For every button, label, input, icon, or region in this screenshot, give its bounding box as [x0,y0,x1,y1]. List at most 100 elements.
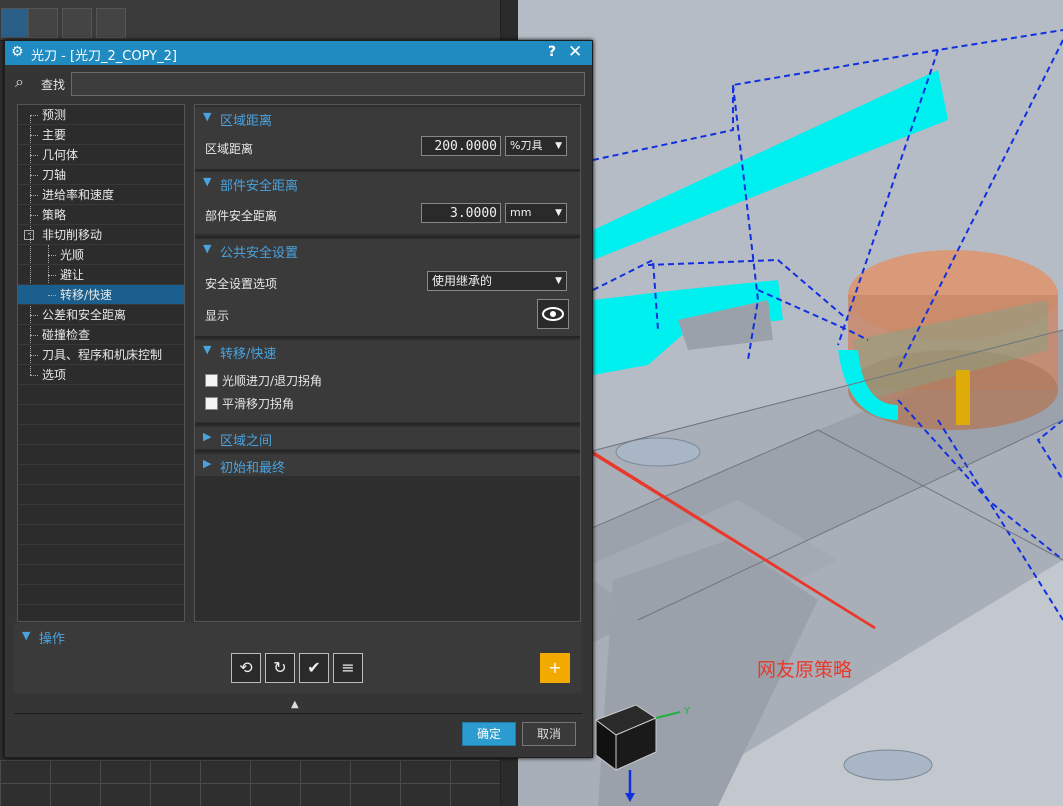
list-icon: ≡ [341,658,355,677]
tree-item-label: 策略 [42,208,67,222]
navigation-tree: 预测 主要 几何体 刀轴 进给率和速度 策略 - 非切削移动 光顺 避让 转移/快… [17,104,185,622]
tree-item-label: 碰撞检查 [42,328,91,342]
collapsed-triangle-icon: ▶ [203,457,212,470]
section-title: 转移/快速 [220,347,277,362]
gear-icon: ⚙ [11,44,24,60]
divider [195,169,580,171]
tree-empty-row [18,525,184,545]
tree-item-label: 转移/快速 [60,288,113,302]
smooth-lead-corners-checkbox[interactable] [205,374,218,387]
divider [195,450,580,452]
section-transfer-body: 光顺进刀/退刀拐角 平滑移刀拐角 [195,362,580,422]
section-title: 部件安全距离 [220,179,299,194]
section-transfer-header[interactable]: ▼ 转移/快速 [195,340,580,362]
safety-option-select[interactable]: 使用继承的 ▼ [427,271,567,291]
divider [195,336,580,338]
tree-item-machine-control[interactable]: 刀具、程序和机床控制 [18,345,184,365]
part-safety-unit-select[interactable]: mm ▼ [505,203,567,223]
add-operation-button[interactable]: + [540,653,570,683]
dialog-title: 光刀 - [光刀_2_COPY_2] [31,49,177,64]
section-title: 区域之间 [220,434,273,449]
section-zone-distance-header[interactable]: ▼ 区域距离 [195,107,580,129]
part-safety-input[interactable]: 3.0000 [421,203,501,223]
zone-distance-unit-select[interactable]: %刀具 ▼ [505,136,567,156]
tree-item-feeds-speeds[interactable]: 进给率和速度 [18,185,184,205]
regenerate-icon: ↻ [273,658,287,677]
ok-button[interactable]: 确定 [462,722,516,746]
smooth-transfer-corners-label: 平滑移刀拐角 [222,397,295,411]
divider [195,423,580,425]
tree-item-label: 公差和安全距离 [42,308,127,322]
tree-item-collision[interactable]: 碰撞检查 [18,325,184,345]
tree-item-non-cutting[interactable]: - 非切削移动 [18,225,184,245]
tree-item-smooth[interactable]: 光顺 [18,245,184,265]
tree-item-avoid[interactable]: 避让 [18,265,184,285]
tree-empty-row [18,445,184,465]
collapse-icon[interactable]: - [24,230,34,240]
section-title: 初始和最终 [220,461,286,476]
section-title: 公共安全设置 [220,246,299,261]
tree-item-predict[interactable]: 预测 [18,105,184,125]
expand-triangle-icon: ▼ [203,175,212,188]
generate-icon: ⟲ [239,658,253,677]
unit-value: %刀具 [510,139,543,152]
add-icon: + [548,658,562,677]
tree-item-label: 光顺 [60,248,85,262]
tree-item-geometry[interactable]: 几何体 [18,145,184,165]
list-button[interactable]: ≡ [333,653,363,683]
tree-item-transfer[interactable]: 转移/快速 [18,285,184,305]
tree-empty-row [18,565,184,585]
dropdown-arrow-icon: ▼ [555,141,562,151]
zone-distance-label: 区域距离 [205,142,254,156]
generate-toolpath-button[interactable]: ⟲ [231,653,261,683]
expand-triangle-icon: ▼ [203,343,212,356]
section-part-safety-header[interactable]: ▼ 部件安全距离 [195,172,580,194]
help-button[interactable]: ? [548,44,556,60]
tree-item-tolerance[interactable]: 公差和安全距离 [18,305,184,325]
smooth-lead-corners-label: 光顺进刀/退刀拐角 [222,374,323,388]
expand-triangle-icon: ▼ [203,242,212,255]
tree-item-label: 刀具、程序和机床控制 [42,348,163,362]
section-start-end-header[interactable]: ▶ 初始和最终 [195,454,580,476]
verify-icon: ✔ [307,658,321,677]
operations-title: 操作 [39,632,66,647]
zone-distance-input[interactable]: 200.0000 [421,136,501,156]
section-common-safety-header[interactable]: ▼ 公共安全设置 [195,239,580,261]
collapse-up-icon[interactable]: ▲ [291,699,299,710]
tree-empty-row [18,585,184,605]
section-between-regions-header[interactable]: ▶ 区域之间 [195,427,580,449]
part-safety-label: 部件安全距离 [205,209,278,223]
expand-triangle-icon: ▼ [203,110,212,123]
tree-item-label: 非切削移动 [42,228,103,242]
tree-item-options[interactable]: 选项 [18,365,184,385]
search-input[interactable] [71,72,585,96]
search-label: 查找 [41,78,66,92]
tree-empty-row [18,465,184,485]
tree-item-tool-axis[interactable]: 刀轴 [18,165,184,185]
tree-empty-row [18,545,184,565]
tree-item-strategy[interactable]: 策略 [18,205,184,225]
section-part-safety-body: 部件安全距离 3.0000 mm ▼ [195,194,580,234]
search-row: ⌕ 查找 [13,71,585,96]
smooth-transfer-corners-checkbox[interactable] [205,397,218,410]
safety-option-value: 使用继承的 [432,274,493,288]
section-zone-distance-body: 区域距离 200.0000 %刀具 ▼ [195,129,580,169]
tree-item-label: 避让 [60,268,85,282]
tree-empty-row [18,405,184,425]
safety-option-label: 安全设置选项 [205,277,278,291]
tree-item-label: 主要 [42,128,67,142]
regenerate-button[interactable]: ↻ [265,653,295,683]
tree-empty-row [18,505,184,525]
close-button[interactable]: ✕ [568,42,582,62]
annotation-text: 网友原策略 [757,659,853,681]
footer-divider [14,713,582,714]
dropdown-arrow-icon: ▼ [555,208,562,218]
dialog-titlebar[interactable]: ⚙ 光刀 - [光刀_2_COPY_2] ? ✕ [5,41,592,65]
eye-icon [542,307,564,321]
section-title: 区域距离 [220,114,273,129]
cancel-button[interactable]: 取消 [522,722,576,746]
verify-button[interactable]: ✔ [299,653,329,683]
divider [195,236,580,238]
display-toggle-button[interactable] [537,299,569,329]
tree-item-main[interactable]: 主要 [18,125,184,145]
